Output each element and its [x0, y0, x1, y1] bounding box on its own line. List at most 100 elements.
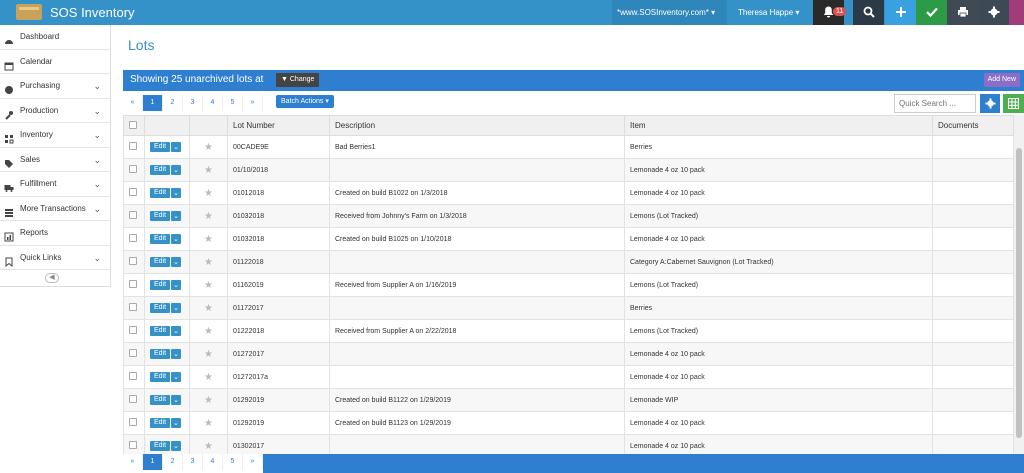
add-button[interactable]: [885, 0, 916, 25]
pager-page-3-bottom[interactable]: 3: [183, 454, 203, 470]
lot-number-cell[interactable]: 01032018: [227, 204, 330, 228]
edit-dropdown-button[interactable]: ⌄: [171, 188, 181, 198]
row-checkbox[interactable]: [129, 257, 137, 265]
column-header-6[interactable]: Documents: [932, 115, 1014, 136]
pager-page-4-top[interactable]: 4: [203, 95, 223, 111]
edit-dropdown-button[interactable]: ⌄: [171, 165, 181, 175]
column-header-1[interactable]: [144, 115, 190, 136]
lot-number-cell[interactable]: 01032018: [227, 227, 330, 251]
lot-number-cell[interactable]: 01122018: [227, 250, 330, 274]
row-checkbox[interactable]: [129, 142, 137, 150]
lot-number-cell[interactable]: 01292019: [227, 388, 330, 412]
lot-number-cell[interactable]: 01292019: [227, 411, 330, 435]
star-icon[interactable]: ★: [204, 441, 213, 452]
pager-page-1-top[interactable]: 1: [143, 95, 163, 111]
edit-button[interactable]: Edit: [150, 188, 171, 198]
edit-button[interactable]: Edit: [150, 395, 171, 405]
edit-dropdown-button[interactable]: ⌄: [171, 257, 181, 267]
table-row[interactable]: Edit ⌄ ★ 01222018 Received from Supplier A o…: [123, 319, 1014, 343]
row-checkbox[interactable]: [129, 188, 137, 196]
sidebar-item-production[interactable]: Production ⌄: [0, 99, 110, 123]
edit-dropdown-button[interactable]: ⌄: [171, 326, 181, 336]
column-header-5[interactable]: Item: [624, 115, 933, 136]
lot-number-cell[interactable]: 01272017: [227, 342, 330, 366]
pager-page-5-bottom[interactable]: 5: [223, 454, 243, 470]
pager-page-4-bottom[interactable]: 4: [203, 454, 223, 470]
sidebar-item-more-transactions[interactable]: More Transactions ⌄: [0, 197, 110, 221]
row-checkbox[interactable]: [129, 303, 137, 311]
lot-number-cell[interactable]: 01/10/2018: [227, 158, 330, 182]
sidebar-item-inventory[interactable]: Inventory ⌄: [0, 123, 110, 148]
table-row[interactable]: Edit ⌄ ★ 01012018 Created on build B1022 on …: [123, 181, 1014, 205]
app-title[interactable]: SOS Inventory: [50, 5, 135, 20]
row-checkbox[interactable]: [129, 165, 137, 173]
edit-button[interactable]: Edit: [150, 280, 171, 290]
table-row[interactable]: Edit ⌄ ★ 01292019 Created on build B1123 on …: [123, 411, 1014, 435]
pager-prev-top[interactable]: «: [123, 95, 143, 111]
tasks-button[interactable]: [916, 0, 947, 25]
batch-actions-button[interactable]: Batch Actions ▾: [276, 95, 334, 108]
star-icon[interactable]: ★: [204, 372, 213, 383]
pager-page-1-bottom[interactable]: 1: [143, 454, 163, 470]
edit-dropdown-button[interactable]: ⌄: [171, 142, 181, 152]
edit-button[interactable]: Edit: [150, 326, 171, 336]
edit-dropdown-button[interactable]: ⌄: [171, 441, 181, 451]
edit-button[interactable]: Edit: [150, 349, 171, 359]
pager-page-2-bottom[interactable]: 2: [163, 454, 183, 470]
pager-page-5-top[interactable]: 5: [223, 95, 243, 111]
column-header-4[interactable]: Description: [329, 115, 625, 136]
table-row[interactable]: Edit ⌄ ★ 00CADE9E Bad Berries1 Berries: [123, 135, 1014, 159]
star-icon[interactable]: ★: [204, 303, 213, 314]
lot-number-cell[interactable]: 01162019: [227, 273, 330, 297]
table-row[interactable]: Edit ⌄ ★ 01032018 Created on build B1025 on …: [123, 227, 1014, 251]
star-icon[interactable]: ★: [204, 211, 213, 222]
star-icon[interactable]: ★: [204, 234, 213, 245]
row-checkbox[interactable]: [129, 280, 137, 288]
edit-button[interactable]: Edit: [150, 418, 171, 428]
table-row[interactable]: Edit ⌄ ★ 01272017 Lemonade 4 oz 10 pack: [123, 342, 1014, 366]
sidebar-item-sales[interactable]: Sales ⌄: [0, 148, 110, 172]
edit-button[interactable]: Edit: [150, 142, 171, 152]
edit-dropdown-button[interactable]: ⌄: [171, 395, 181, 405]
star-icon[interactable]: ★: [204, 326, 213, 337]
edit-button[interactable]: Edit: [150, 257, 171, 267]
edit-button[interactable]: Edit: [150, 211, 171, 221]
row-checkbox[interactable]: [129, 418, 137, 426]
star-icon[interactable]: ★: [204, 349, 213, 360]
edit-dropdown-button[interactable]: ⌄: [171, 349, 181, 359]
search-button[interactable]: [853, 0, 884, 25]
table-row[interactable]: Edit ⌄ ★ 01172017 Berries: [123, 296, 1014, 320]
table-row[interactable]: Edit ⌄ ★ 01162019 Received from Supplier A o…: [123, 273, 1014, 297]
sidebar-item-quick-links[interactable]: Quick Links ⌄: [0, 246, 110, 270]
star-icon[interactable]: ★: [204, 165, 213, 176]
row-checkbox[interactable]: [129, 211, 137, 219]
print-button[interactable]: [947, 0, 978, 25]
sidebar-item-fulfillment[interactable]: Fulfillment ⌄: [0, 172, 110, 197]
table-row[interactable]: Edit ⌄ ★ 01122018 Category A:Cabernet Sauvig…: [123, 250, 1014, 274]
row-checkbox[interactable]: [129, 326, 137, 334]
edit-dropdown-button[interactable]: ⌄: [171, 303, 181, 313]
sidebar-item-calendar[interactable]: Calendar: [0, 50, 110, 74]
sidebar-item-purchasing[interactable]: Purchasing ⌄: [0, 74, 110, 99]
lot-number-cell[interactable]: 01012018: [227, 181, 330, 205]
row-checkbox[interactable]: [129, 349, 137, 357]
edit-dropdown-button[interactable]: ⌄: [171, 280, 181, 290]
star-icon[interactable]: ★: [204, 280, 213, 291]
pager-page-2-top[interactable]: 2: [163, 95, 183, 111]
edit-dropdown-button[interactable]: ⌄: [171, 234, 181, 244]
table-row[interactable]: Edit ⌄ ★ 01032018 Received from Johnny's Far…: [123, 204, 1014, 228]
edit-button[interactable]: Edit: [150, 165, 171, 175]
add-new-button[interactable]: Add New: [983, 73, 1020, 87]
row-checkbox[interactable]: [129, 372, 137, 380]
scrollbar-thumb[interactable]: [1016, 148, 1022, 438]
edit-dropdown-button[interactable]: ⌄: [171, 211, 181, 221]
row-checkbox[interactable]: [129, 395, 137, 403]
column-header-2[interactable]: [189, 115, 228, 136]
table-row[interactable]: Edit ⌄ ★ 01292019 Created on build B1122 on …: [123, 388, 1014, 412]
column-settings-button[interactable]: [980, 94, 1000, 113]
edit-button[interactable]: Edit: [150, 234, 171, 244]
edit-dropdown-button[interactable]: ⌄: [171, 418, 181, 428]
site-selector[interactable]: *www.SOSInventory.com* ▾: [612, 0, 727, 25]
collapse-sidebar-button[interactable]: ◀: [45, 273, 59, 283]
logo-icon[interactable]: [16, 4, 42, 20]
